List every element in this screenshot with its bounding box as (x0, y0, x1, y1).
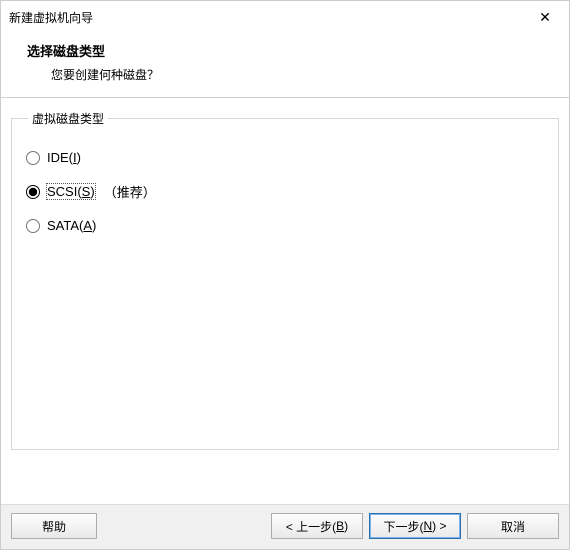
wizard-subheading: 您要创建何种磁盘？ (51, 66, 561, 83)
window-title: 新建虚拟机向导 (9, 9, 93, 26)
close-icon: ✕ (539, 9, 551, 26)
radio-label-sata: SATA(A) (46, 217, 97, 234)
disk-type-group: 虚拟磁盘类型 IDE(I) SCSI(S) （推荐） SATA(A) (11, 110, 559, 450)
wizard-window: 新建虚拟机向导 ✕ 选择磁盘类型 您要创建何种磁盘？ 虚拟磁盘类型 IDE(I)… (0, 0, 570, 550)
wizard-content: 虚拟磁盘类型 IDE(I) SCSI(S) （推荐） SATA(A) (1, 98, 569, 504)
wizard-footer: 帮助 < 上一步(B) 下一步(N) > 取消 (1, 504, 569, 549)
radio-option-ide[interactable]: IDE(I) (26, 149, 546, 166)
radio-option-sata[interactable]: SATA(A) (26, 217, 546, 234)
help-button[interactable]: 帮助 (11, 513, 97, 539)
next-button[interactable]: 下一步(N) > (369, 513, 461, 539)
radio-hint-scsi: （推荐） (104, 182, 156, 201)
titlebar: 新建虚拟机向导 ✕ (1, 1, 569, 33)
group-legend: 虚拟磁盘类型 (28, 110, 108, 127)
wizard-header: 选择磁盘类型 您要创建何种磁盘？ (1, 33, 569, 97)
radio-label-scsi: SCSI(S) (46, 183, 96, 200)
radio-scsi[interactable] (26, 185, 40, 199)
radio-option-scsi[interactable]: SCSI(S) （推荐） (26, 182, 546, 201)
radio-ide[interactable] (26, 151, 40, 165)
cancel-button[interactable]: 取消 (467, 513, 559, 539)
back-button[interactable]: < 上一步(B) (271, 513, 363, 539)
close-button[interactable]: ✕ (525, 3, 565, 31)
radio-sata[interactable] (26, 219, 40, 233)
wizard-heading: 选择磁盘类型 (27, 41, 561, 60)
radio-label-ide: IDE(I) (46, 149, 82, 166)
